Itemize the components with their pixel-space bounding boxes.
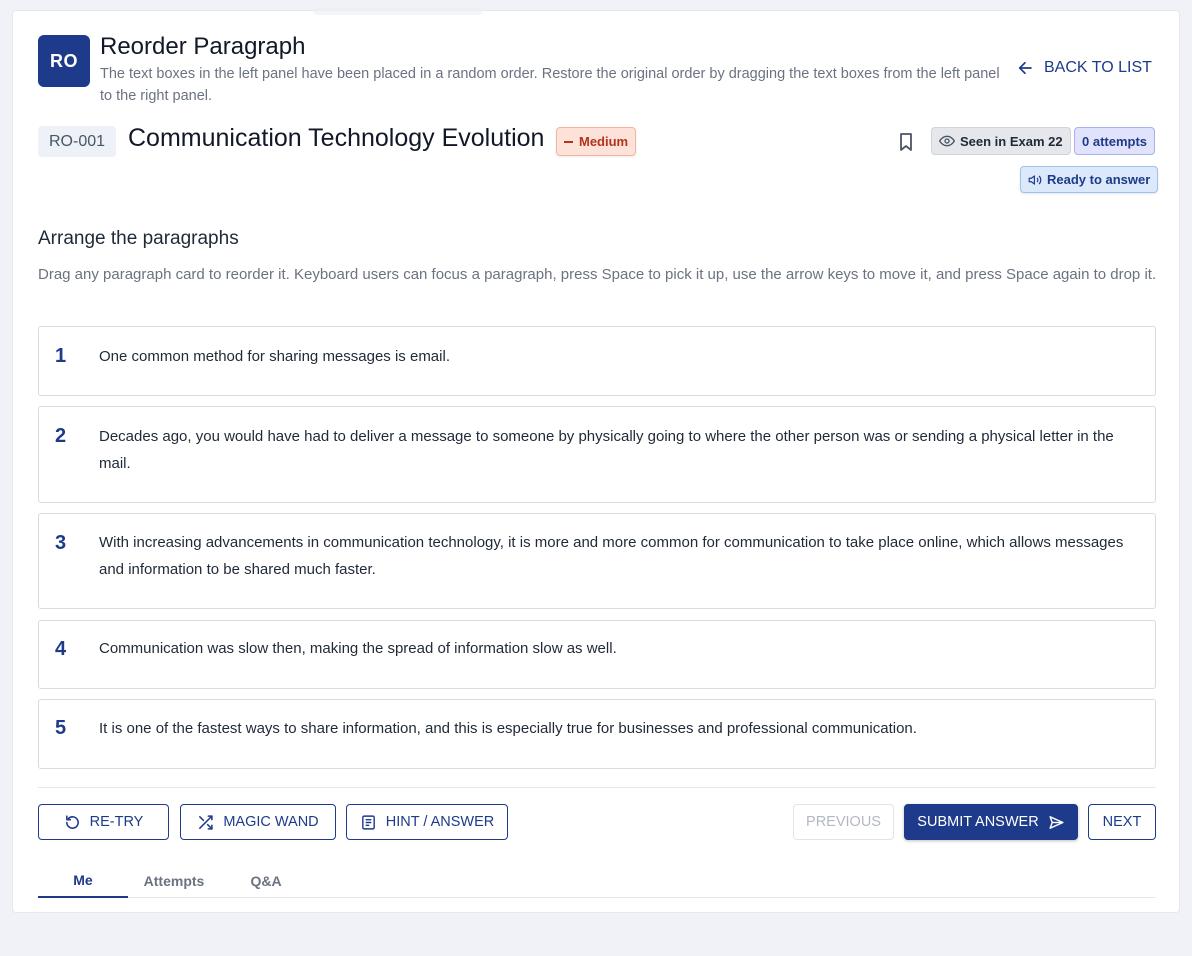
- eye-icon: [939, 135, 955, 147]
- submit-answer-button[interactable]: SUBMIT ANSWER: [904, 804, 1078, 840]
- tab-attempts[interactable]: Attempts: [136, 863, 212, 898]
- question-id-badge: RO-001: [38, 126, 117, 157]
- paragraph-text: One common method for sharing messages i…: [99, 348, 450, 365]
- magic-wand-label: MAGIC WAND: [223, 814, 319, 830]
- difficulty-label: Medium: [579, 134, 629, 149]
- previous-label: PREVIOUS: [806, 814, 881, 830]
- hint-answer-label: HINT / ANSWER: [385, 814, 495, 830]
- arrange-heading: Arrange the paragraphs: [38, 228, 239, 249]
- magic-wand-button[interactable]: MAGIC WAND: [180, 804, 336, 840]
- send-icon: [1049, 815, 1064, 829]
- task-title: Reorder Paragraph: [100, 33, 306, 60]
- paragraph-text: Decades ago, you would have had to deliv…: [99, 428, 1114, 472]
- seen-in-exam-badge: Seen in Exam 22: [931, 127, 1071, 155]
- retry-label: RE-TRY: [89, 814, 144, 830]
- next-label: NEXT: [1102, 814, 1142, 830]
- retry-button[interactable]: RE-TRY: [38, 804, 169, 840]
- shuffle-icon: [199, 814, 213, 830]
- paragraph-card-2[interactable]: 2 Decades ago, you would have had to del…: [38, 406, 1156, 503]
- hint-answer-button[interactable]: HINT / ANSWER: [346, 804, 508, 840]
- paragraph-number: 3: [55, 532, 67, 554]
- paragraph-number: 4: [55, 638, 67, 660]
- rotate-ccw-icon: [65, 814, 79, 829]
- paragraph-card-1[interactable]: 1 One common method for sharing messages…: [38, 326, 1156, 396]
- submit-answer-label: SUBMIT ANSWER: [917, 814, 1039, 830]
- task-description: The text boxes in the left panel have be…: [100, 66, 1000, 104]
- arrow-left-icon: [1018, 61, 1032, 75]
- paragraph-number: 2: [55, 425, 67, 447]
- paragraph-card-3[interactable]: 3 With increasing advancements in commun…: [38, 513, 1156, 609]
- tab-qa[interactable]: Q&A: [242, 863, 290, 898]
- next-button[interactable]: NEXT: [1088, 804, 1156, 840]
- paragraph-number: 1: [55, 345, 67, 367]
- back-to-list-button[interactable]: BACK TO LIST: [1016, 59, 1152, 77]
- previous-button[interactable]: PREVIOUS: [793, 804, 894, 840]
- paragraph-text: Communication was slow then, making the …: [99, 640, 617, 657]
- minus-icon: [564, 140, 573, 143]
- status-badge: Ready to answer: [1020, 166, 1159, 193]
- tab-me[interactable]: Me: [38, 863, 128, 898]
- speaker-icon: [1028, 174, 1042, 185]
- section-logo: RO: [38, 35, 90, 87]
- tab-bar: Me Attempts Q&A: [38, 863, 1156, 898]
- paragraph-number: 5: [55, 717, 67, 739]
- top-tab-fade: [313, 7, 483, 15]
- bookmark-icon[interactable]: [898, 132, 914, 152]
- paragraph-card-4[interactable]: 4 Communication was slow then, making th…: [38, 620, 1156, 689]
- paragraph-card-5[interactable]: 5 It is one of the fastest ways to share…: [38, 699, 1156, 769]
- divider: [38, 787, 1156, 788]
- attempts-badge: 0 attempts: [1074, 127, 1156, 155]
- main-card: RO Reorder Paragraph The text boxes in t…: [12, 7, 1180, 913]
- difficulty-badge: Medium: [556, 127, 637, 156]
- status-label: Ready to answer: [1047, 172, 1151, 187]
- back-to-list-label: BACK TO LIST: [1044, 59, 1152, 76]
- seen-label: Seen in Exam 22: [960, 133, 1063, 149]
- paragraph-text: With increasing advancements in communic…: [99, 534, 1124, 578]
- question-title: Communication Technology Evolution: [128, 124, 545, 152]
- document-icon: [361, 814, 375, 830]
- arrange-instructions: Drag any paragraph card to reorder it. K…: [38, 266, 1157, 283]
- paragraph-text: It is one of the fastest ways to share i…: [99, 720, 917, 737]
